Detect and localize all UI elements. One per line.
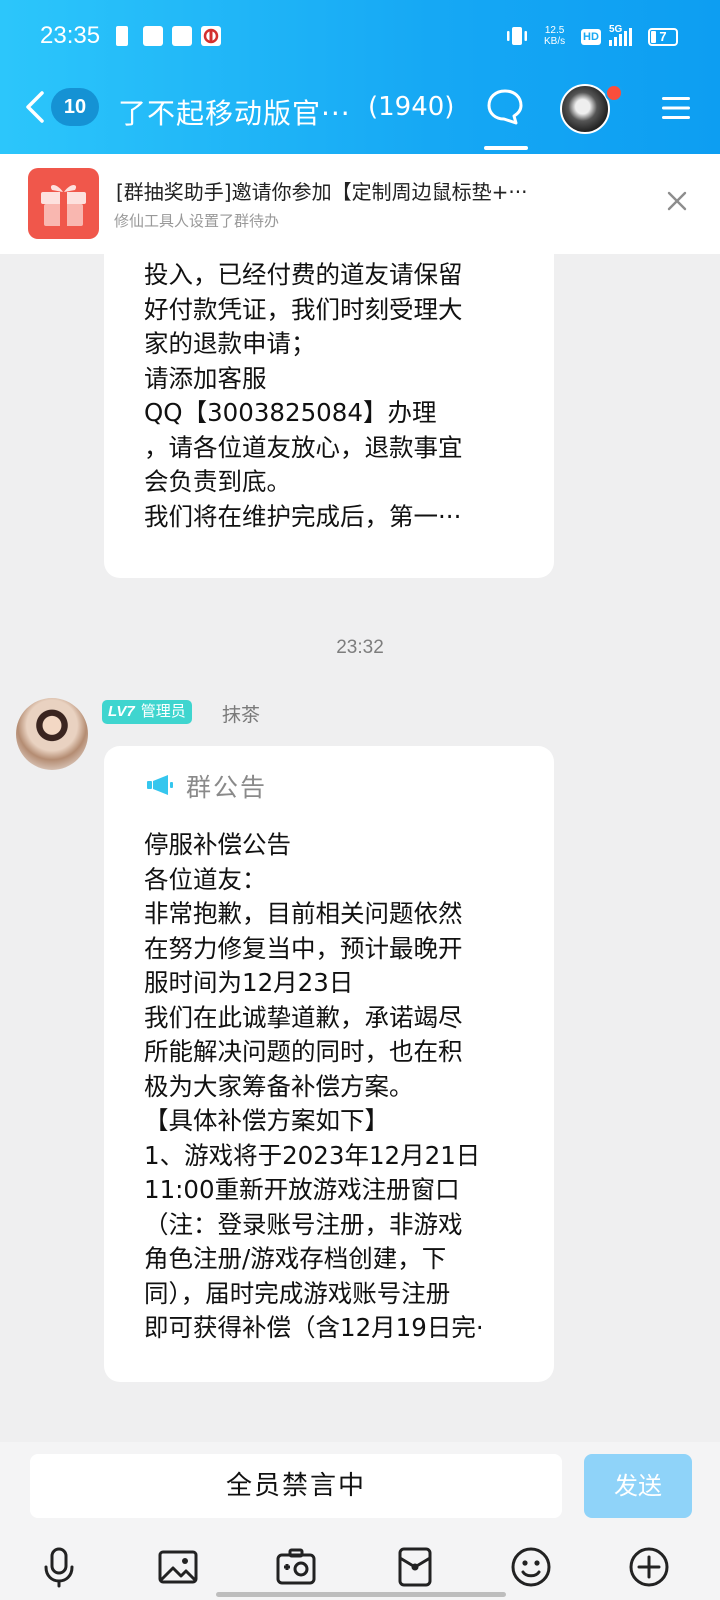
group-title[interactable]: 了不起移动版官··· — [118, 92, 351, 132]
active-tab-indicator — [484, 146, 528, 150]
menu-icon[interactable] — [660, 94, 692, 122]
message-bubble[interactable]: 投入，已经付费的道友请保留 好付款凭证，我们时刻受理大 家的退款申请； 请添加客… — [104, 230, 554, 578]
send-button[interactable]: 发送 — [584, 1454, 692, 1518]
vibrate-icon — [507, 27, 527, 45]
microphone-icon[interactable] — [38, 1546, 80, 1588]
network-speed: 12.5 KB/s — [544, 25, 565, 47]
red-packet-icon[interactable] — [394, 1546, 436, 1588]
app-notification-icon — [172, 26, 192, 46]
speed-value: 12.5 — [544, 25, 565, 36]
message-text: 投入，已经付费的道友请保留 好付款凭证，我们时刻受理大 家的退款申请； 请添加客… — [144, 260, 463, 531]
announcement-text: 停服补偿公告 各位道友： 非常抱歉，目前相关问题依然 在努力修复当中，预计最晚开… — [144, 830, 484, 1342]
member-count[interactable]: (1940) — [368, 92, 454, 122]
todo-title: [群抽奖助手]邀请你参加【定制周边鼠标垫+··· — [116, 180, 528, 204]
todo-subtitle: 修仙工具人设置了群待办 — [114, 212, 280, 230]
announcement-label: 群公告 — [186, 773, 268, 802]
close-icon[interactable] — [664, 188, 690, 214]
sender-avatar[interactable] — [16, 698, 88, 770]
chat-bubble-icon[interactable] — [486, 88, 524, 126]
bank-app-icon — [201, 26, 221, 46]
group-todo-banner[interactable]: [群抽奖助手]邀请你参加【定制周边鼠标垫+··· 修仙工具人设置了群待办 — [0, 154, 720, 254]
sim-icon — [116, 26, 128, 46]
chat-header: 23:35 12.5 KB/s HD 5G 7 10 了不起移动版官··· (1… — [0, 0, 720, 154]
plus-icon[interactable] — [628, 1546, 670, 1588]
emoji-icon[interactable] — [510, 1546, 552, 1588]
notification-dot — [605, 84, 623, 102]
image-icon[interactable] — [157, 1546, 199, 1588]
input-bar: 全员禁言中 发送 — [0, 1442, 720, 1600]
level-label: LV7 — [108, 703, 135, 720]
signal-icon: 5G — [609, 24, 641, 48]
hd-badge: HD — [581, 29, 601, 45]
role-label: 管理员 — [140, 703, 186, 720]
battery-icon: 7 — [648, 28, 678, 46]
baidu-app-icon — [143, 26, 163, 46]
sender-name[interactable]: 抹茶 — [222, 700, 260, 727]
group-avatar[interactable] — [560, 84, 610, 134]
message-timestamp: 23:32 — [336, 637, 384, 658]
status-bar: 23:35 12.5 KB/s HD 5G 7 — [0, 0, 720, 74]
muted-input-field[interactable]: 全员禁言中 — [30, 1454, 562, 1518]
announcement-bubble[interactable]: 群公告 停服补偿公告 各位道友： 非常抱歉，目前相关问题依然 在努力修复当中，预… — [104, 746, 554, 1382]
unread-count-badge[interactable]: 10 — [51, 88, 99, 126]
gift-icon — [28, 168, 99, 239]
home-indicator[interactable] — [216, 1592, 506, 1597]
camera-icon[interactable] — [275, 1546, 317, 1588]
clock: 23:35 — [40, 22, 101, 49]
battery-level: 7 — [659, 29, 667, 44]
speed-unit: KB/s — [544, 36, 566, 47]
level-badge: LV7 管理员 — [102, 700, 192, 724]
megaphone-icon — [147, 775, 173, 795]
